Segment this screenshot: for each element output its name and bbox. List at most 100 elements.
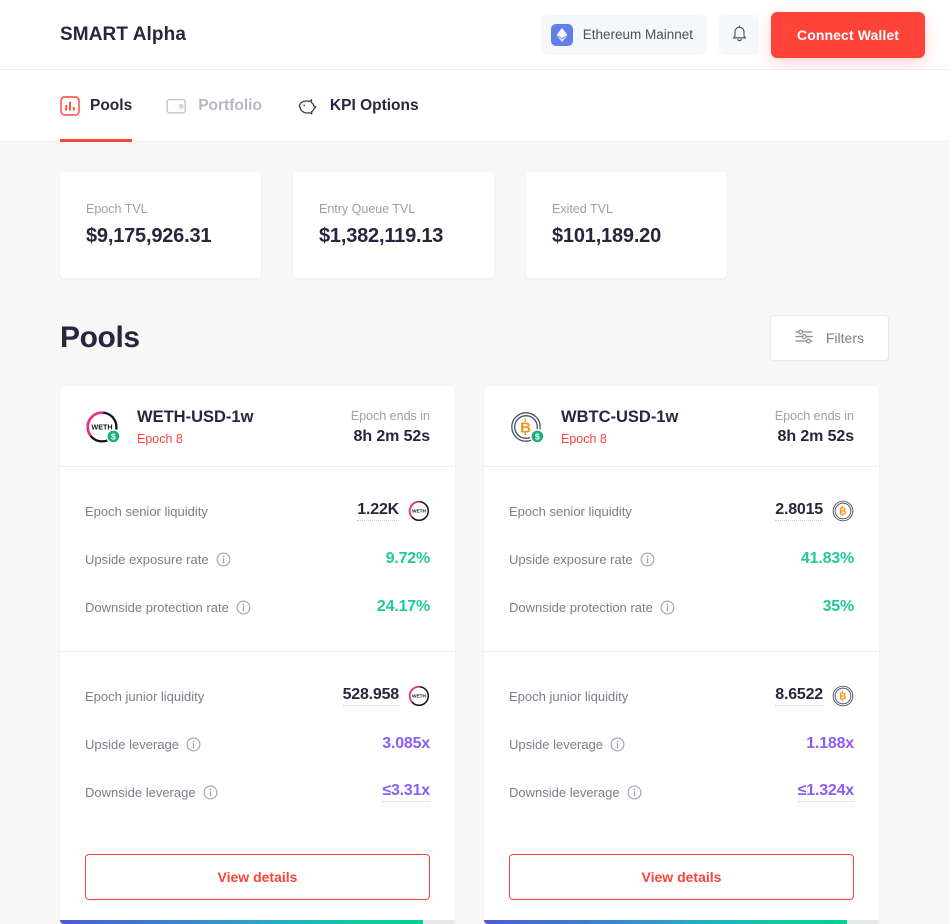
metric-value-group: 8.6522 B bbox=[775, 685, 854, 707]
svg-text:$: $ bbox=[111, 431, 116, 441]
metric-value[interactable]: 1.22K bbox=[357, 501, 399, 521]
info-icon[interactable] bbox=[627, 785, 642, 800]
timer-label: Epoch ends in bbox=[774, 408, 854, 423]
metric-label: Downside leverage bbox=[509, 785, 642, 800]
page-title: Pools bbox=[60, 321, 140, 354]
info-icon[interactable] bbox=[203, 785, 218, 800]
metric-label: Downside protection rate bbox=[85, 600, 251, 615]
connect-wallet-button[interactable]: Connect Wallet bbox=[771, 11, 925, 58]
metric-label-text: Upside exposure rate bbox=[85, 551, 209, 567]
metric-value: 9.72% bbox=[385, 550, 431, 567]
metric-row: Upside exposure rate 9.72% bbox=[85, 535, 430, 583]
tab-label-portfolio: Portfolio bbox=[198, 96, 262, 114]
info-icon[interactable] bbox=[186, 737, 201, 752]
metric-value-group: ≤3.31x bbox=[382, 782, 430, 802]
stat-value: $101,189.20 bbox=[552, 225, 662, 247]
notifications-button[interactable] bbox=[719, 14, 759, 55]
filters-label: Filters bbox=[825, 330, 864, 346]
metric-value: 35% bbox=[822, 598, 855, 615]
main-content: Epoch TVL $9,175,926.31 Entry Queue TVL … bbox=[0, 142, 949, 924]
metric-value-group: 528.958 WETH bbox=[342, 685, 430, 707]
metric-value-group: ≤1.324x bbox=[797, 782, 854, 802]
metric-row: Upside exposure rate 41.83% bbox=[509, 535, 854, 583]
metric-value[interactable]: 2.8015 bbox=[775, 501, 823, 521]
metric-label: Upside exposure rate bbox=[509, 552, 655, 567]
metric-label: Upside leverage bbox=[509, 737, 625, 752]
view-details-button[interactable]: View details bbox=[509, 854, 854, 900]
tab-kpi-options[interactable]: KPI Options bbox=[296, 70, 419, 142]
svg-text:$: $ bbox=[535, 431, 540, 441]
metric-label-text: Upside leverage bbox=[509, 736, 603, 752]
metric-value-group: 3.085x bbox=[382, 735, 430, 753]
info-icon[interactable] bbox=[640, 552, 655, 567]
info-icon[interactable] bbox=[236, 600, 251, 615]
junior-metrics-group: Epoch junior liquidity 8.6522 B Upside l… bbox=[484, 652, 879, 836]
metric-row: Upside leverage 1.188x bbox=[509, 720, 854, 768]
pool-card-header: B $ WBTC-USD-1w Epoch 8 Epoch ends in 8h… bbox=[484, 386, 879, 466]
metric-label-text: Downside protection rate bbox=[85, 599, 229, 615]
pool-card-wbtc-usd-1w[interactable]: B $ WBTC-USD-1w Epoch 8 Epoch ends in 8h… bbox=[484, 386, 879, 924]
senior-metrics-group: Epoch senior liquidity 2.8015 B Upside e… bbox=[484, 467, 879, 651]
pool-timer: Epoch ends in 8h 2m 52s bbox=[351, 409, 430, 446]
metric-label: Epoch junior liquidity bbox=[85, 688, 205, 704]
metric-value-group: 24.17% bbox=[377, 598, 430, 616]
metric-value[interactable]: 8.6522 bbox=[775, 686, 823, 706]
wallet-icon bbox=[166, 96, 188, 116]
metric-value[interactable]: ≤3.31x bbox=[382, 782, 430, 802]
top-header: SMART Alpha Ethereum Mainnet Connect Wal… bbox=[0, 0, 949, 70]
info-icon[interactable] bbox=[216, 552, 231, 567]
tab-portfolio[interactable]: Portfolio bbox=[166, 70, 262, 142]
metric-value[interactable]: ≤1.324x bbox=[797, 782, 854, 802]
metric-value-group: 35% bbox=[822, 598, 855, 616]
metric-value: 24.17% bbox=[376, 598, 430, 615]
bar-chart-icon bbox=[60, 95, 80, 116]
wbtc-icon: B bbox=[832, 685, 854, 707]
pool-epoch-badge: Epoch 8 bbox=[561, 432, 607, 446]
metric-value: 1.188x bbox=[806, 735, 854, 752]
pool-card-weth-usd-1w[interactable]: WETH $ WETH-USD-1w Epoch 8 Epoch ends in… bbox=[60, 386, 455, 924]
pool-card-footer: View details bbox=[484, 836, 879, 920]
metric-row: Epoch junior liquidity 528.958 WETH bbox=[85, 672, 430, 720]
pool-title-block: WBTC-USD-1w Epoch 8 bbox=[561, 408, 678, 446]
metric-row: Upside leverage 3.085x bbox=[85, 720, 430, 768]
header-actions: Ethereum Mainnet Connect Wallet bbox=[540, 11, 925, 58]
wbtc-icon: B bbox=[832, 500, 854, 522]
section-header: Pools Filters bbox=[60, 315, 889, 361]
epoch-progress-bar bbox=[60, 920, 455, 924]
filters-button[interactable]: Filters bbox=[769, 315, 889, 361]
info-icon[interactable] bbox=[660, 600, 675, 615]
weth-icon: WETH bbox=[408, 500, 430, 522]
senior-metrics-group: Epoch senior liquidity 1.22K WETH Upside… bbox=[60, 467, 455, 651]
stat-card-exited-tvl: Exited TVL $101,189.20 bbox=[526, 172, 727, 278]
info-icon[interactable] bbox=[610, 737, 625, 752]
pool-epoch-badge: Epoch 8 bbox=[137, 432, 183, 446]
pool-name: WBTC-USD-1w bbox=[561, 408, 679, 426]
metric-value[interactable]: 528.958 bbox=[342, 686, 399, 706]
metric-row: Downside protection rate 35% bbox=[509, 583, 854, 631]
network-name: Ethereum Mainnet bbox=[582, 27, 693, 42]
metric-value: 3.085x bbox=[382, 735, 430, 752]
weth-icon: WETH bbox=[408, 685, 430, 707]
metric-value-group: 41.83% bbox=[801, 550, 854, 568]
timer-value: 8h 2m 52s bbox=[353, 427, 431, 445]
metric-row: Downside leverage ≤3.31x bbox=[85, 768, 430, 816]
stat-value: $9,175,926.31 bbox=[86, 225, 212, 247]
timer-label: Epoch ends in bbox=[350, 408, 430, 423]
metric-value-group: 1.188x bbox=[806, 735, 854, 753]
metric-label: Upside exposure rate bbox=[85, 552, 231, 567]
stat-label: Epoch TVL bbox=[86, 202, 148, 216]
svg-text:WETH: WETH bbox=[412, 694, 427, 700]
view-details-button[interactable]: View details bbox=[85, 854, 430, 900]
brand-title: SMART Alpha bbox=[60, 23, 187, 45]
stat-label: Exited TVL bbox=[552, 202, 613, 216]
metric-label: Epoch junior liquidity bbox=[509, 688, 629, 704]
junior-metrics-group: Epoch junior liquidity 528.958 WETH Upsi… bbox=[60, 652, 455, 836]
metric-value-group: 1.22K WETH bbox=[357, 500, 430, 522]
tab-pools[interactable]: Pools bbox=[60, 70, 133, 142]
metric-label: Epoch senior liquidity bbox=[85, 503, 208, 519]
summary-stats-row: Epoch TVL $9,175,926.31 Entry Queue TVL … bbox=[60, 172, 889, 278]
sliders-icon bbox=[795, 328, 814, 348]
metric-label: Downside protection rate bbox=[509, 600, 675, 615]
network-selector[interactable]: Ethereum Mainnet bbox=[540, 14, 707, 55]
epoch-progress-fill bbox=[484, 920, 848, 924]
